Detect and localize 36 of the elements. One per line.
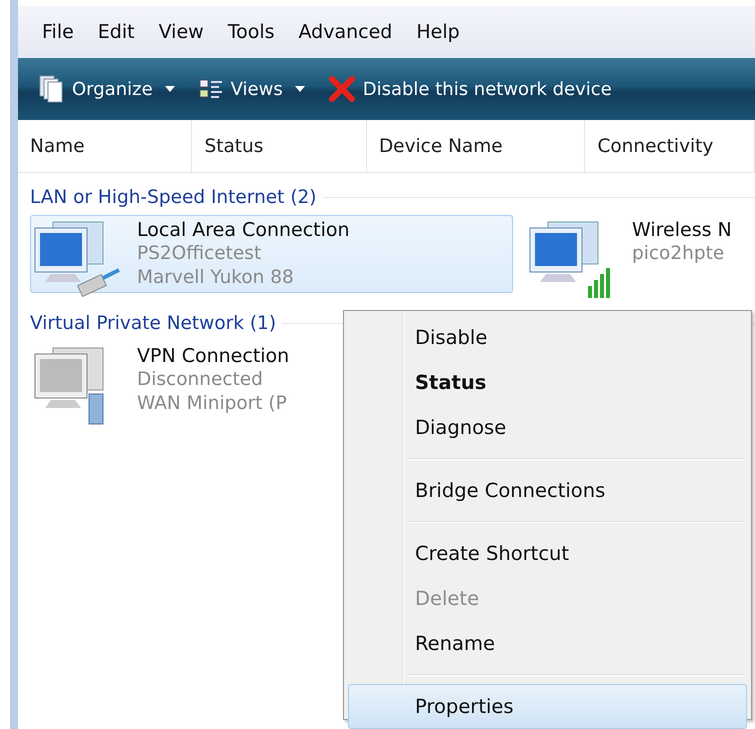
connection-name: Wireless N [632,218,732,242]
menu-item[interactable]: Tools [228,21,274,43]
column-header[interactable]: Status [192,120,367,172]
connection-name: Local Area Connection [137,218,350,242]
connection-detail: Disconnected [137,368,264,392]
views-icon [198,78,223,100]
menu-item[interactable]: Status [348,360,747,405]
column-header[interactable]: Connectivity [585,120,755,172]
menu-item[interactable]: Rename [348,621,747,666]
menu-item[interactable]: Properties [348,684,747,729]
caret-icon [294,86,305,92]
connection-detail: PS2Officetest [137,242,262,266]
column-header[interactable]: Name [18,120,192,172]
x-icon [328,76,355,102]
connection-tile[interactable]: Wireless N pico2hpte [525,215,755,293]
menu-item[interactable]: Advanced [298,21,392,43]
menu-item[interactable]: Bridge Connections [348,468,747,513]
group-header[interactable]: Virtual Private Network (1) [30,312,276,334]
menu-item[interactable]: Edit [98,21,135,43]
menu-item[interactable]: Diagnose [348,405,747,450]
toolbar-button[interactable]: Views [192,74,311,104]
column-header[interactable]: Device Name [366,120,586,172]
menu-item[interactable]: Create Shortcut [348,531,747,576]
connection-name: VPN Connection [137,344,290,368]
menu-item[interactable]: File [42,21,74,43]
menu-item[interactable]: Help [416,21,460,43]
connection-detail: WAN Miniport (P [137,392,288,416]
connection-detail: pico2hpte [632,242,726,266]
caret-icon [164,86,175,92]
menu-item[interactable]: View [158,21,204,43]
documents-icon [38,74,64,104]
connection-detail: Marvell Yukon 88 [137,266,295,290]
toolbar-button[interactable]: Disable this network device [322,72,618,106]
menu-item[interactable]: Disable [348,315,747,360]
group-header[interactable]: LAN or High-Speed Internet (2) [30,186,317,208]
toolbar-button[interactable]: Organize [32,70,181,108]
